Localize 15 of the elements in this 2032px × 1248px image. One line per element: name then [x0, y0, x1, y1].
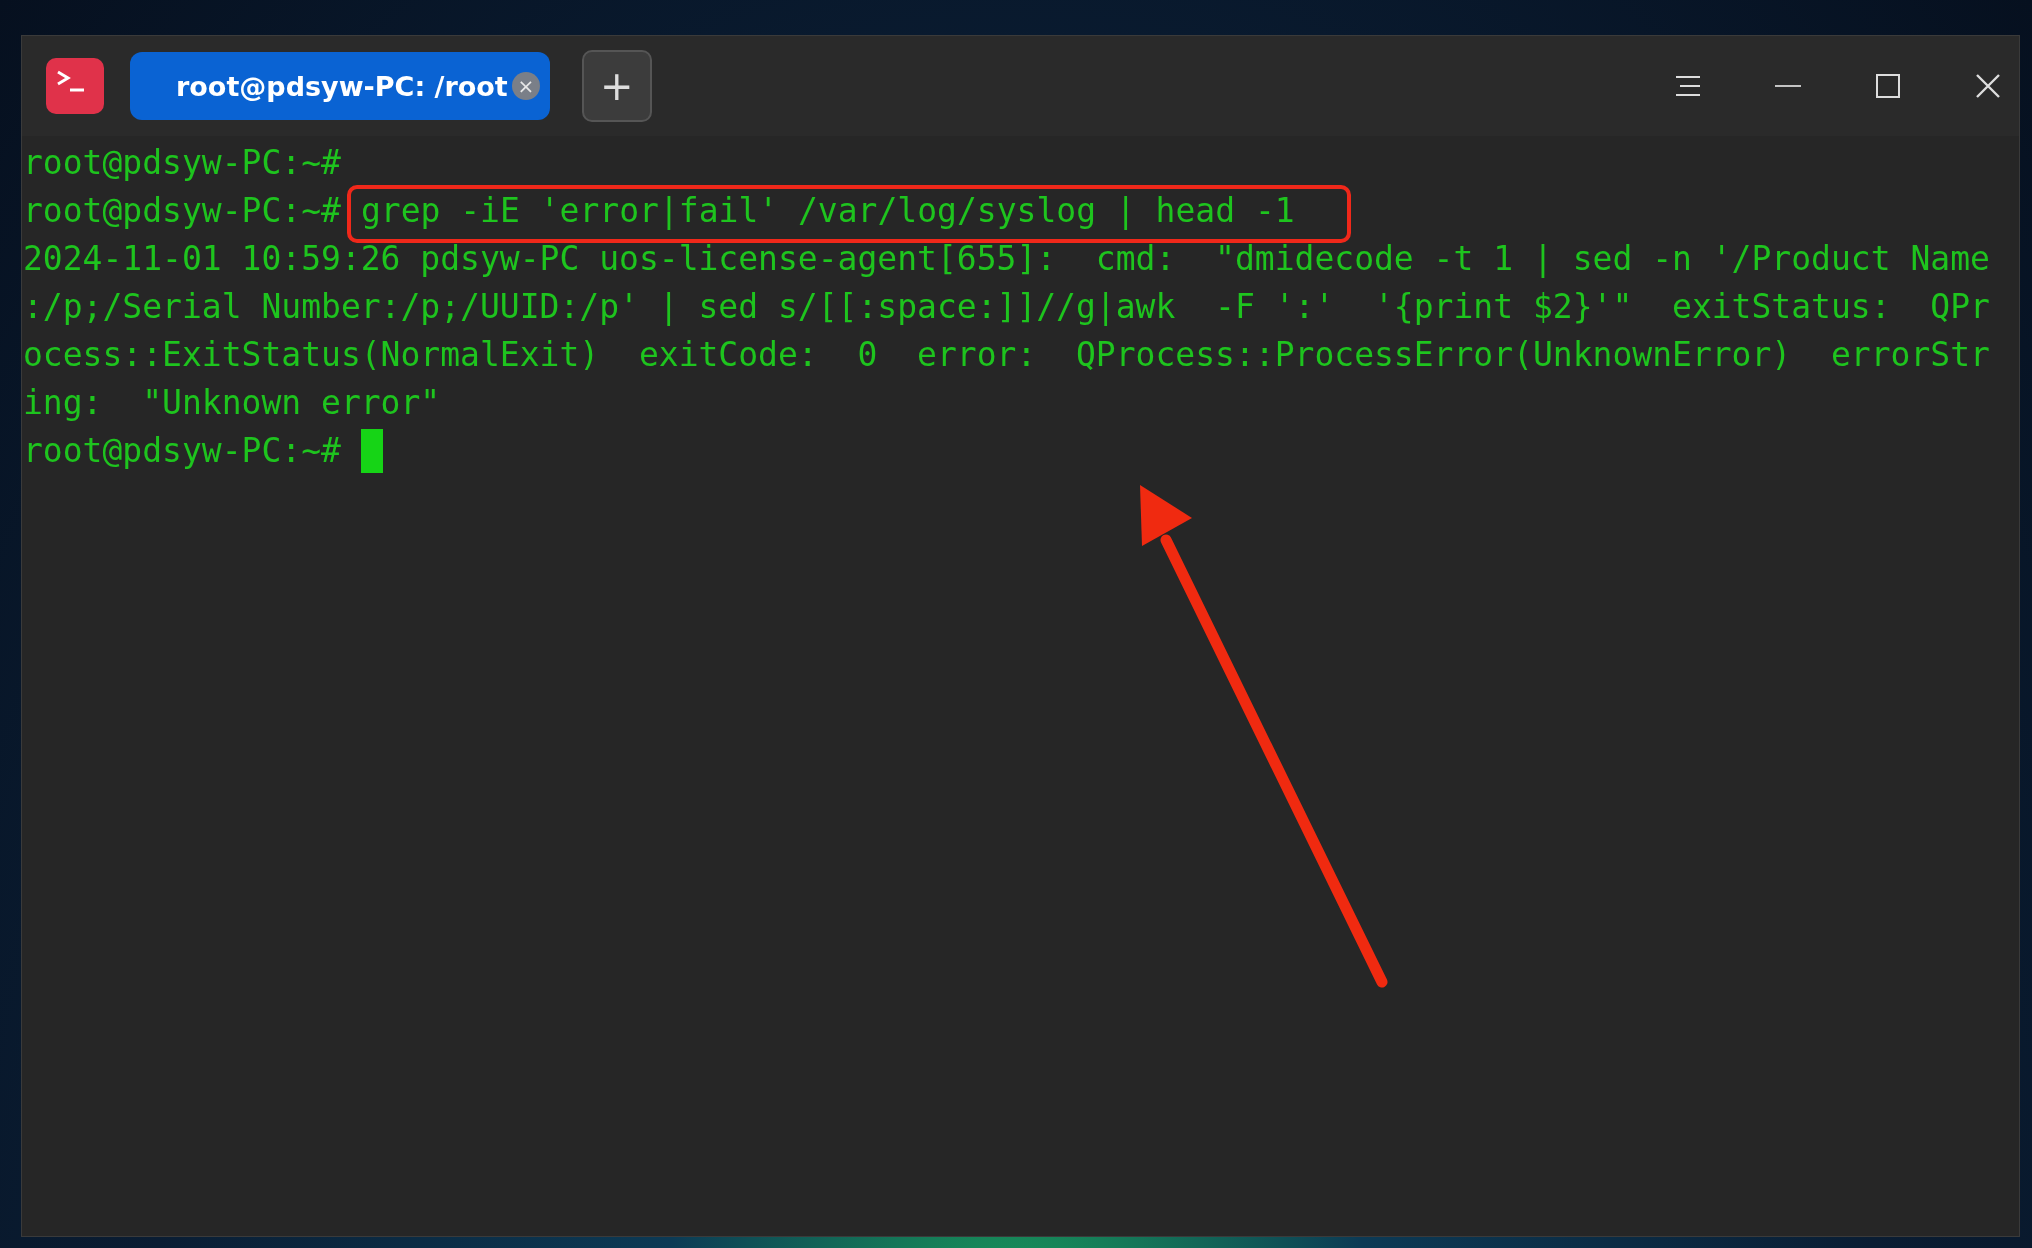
shell-prompt: root@pdsyw-PC:~# — [23, 430, 341, 472]
output-text: 2024-11-01 10:59:26 pdsyw-PC uos-license-agent[655]: cmd: "dmidecode -t 1 | sed -n '/Product Name — [23, 238, 1990, 280]
output-text: ocess::ExitStatus(NormalExit) exitCode: 0 error: QProcess::ProcessError(UnknownError) errorStr — [23, 334, 1990, 376]
output-text: ing: "Unknown error" — [23, 382, 441, 424]
shell-prompt: root@pdsyw-PC:~# — [23, 190, 341, 232]
output-text: :/p;/Serial Number:/p;/UUID:/p' | sed s/[[:space:]]//g|awk -F ':' '{print $2}'" exitStatus: QPr — [23, 286, 1990, 328]
terminal-tab[interactable]: root@pdsyw-PC: /root × — [130, 52, 550, 120]
new-tab-button[interactable]: + — [581, 50, 652, 122]
shell-prompt: root@pdsyw-PC:~# — [23, 142, 341, 184]
terminal-app-icon — [46, 58, 104, 114]
maximize-icon[interactable] — [1875, 74, 1901, 98]
menu-icon[interactable] — [1675, 74, 1701, 98]
close-tab-button[interactable]: × — [511, 72, 540, 100]
close-icon[interactable] — [1975, 74, 2001, 98]
command-text: grep -iE 'error|fail' /var/log/syslog | head -1 — [360, 191, 1295, 230]
